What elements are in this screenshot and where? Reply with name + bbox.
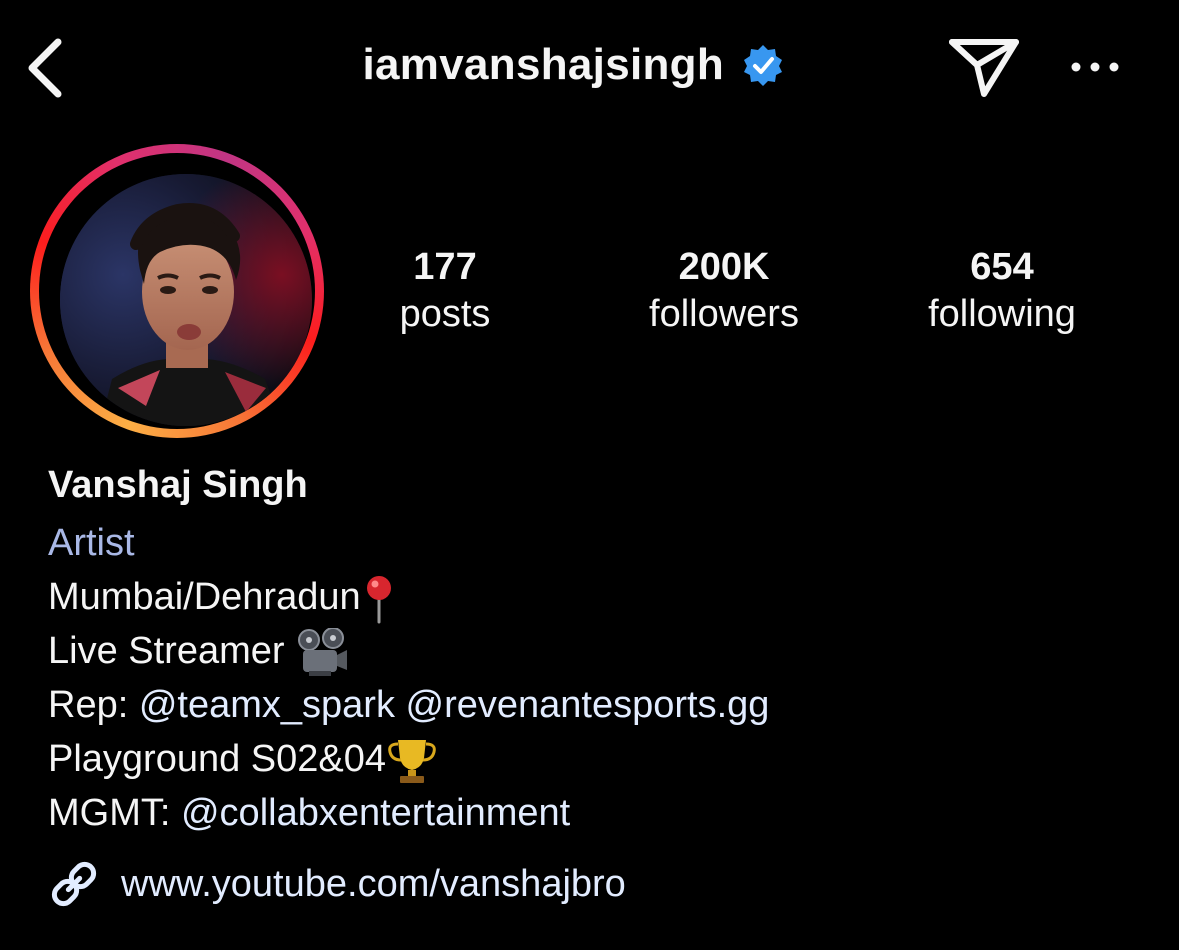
verified-badge-icon [744, 45, 783, 86]
mention-teamx-spark[interactable]: @teamx_spark [139, 684, 395, 726]
more-options-button[interactable] [1064, 52, 1130, 82]
bio-playground-line: Playground S02&04 [48, 732, 1148, 786]
film-projector-icon [298, 627, 348, 676]
posts-label: posts [399, 293, 491, 335]
bio-streamer-line: Live Streamer [48, 624, 1148, 678]
bio-location: Mumbai/Dehradun [48, 576, 361, 618]
more-dots-icon [1071, 62, 1119, 72]
bio-playground: Playground S02&04 [48, 738, 387, 780]
trophy-icon [388, 739, 436, 783]
mention-collabxentertainment[interactable]: @collabxentertainment [181, 792, 570, 834]
bio-mgmt-prefix: MGMT: [48, 792, 181, 834]
avatar-story-ring[interactable] [30, 144, 324, 438]
share-button[interactable] [946, 34, 1022, 98]
profile-name: Vanshaj Singh [48, 464, 308, 506]
following-count: 654 [970, 246, 1034, 288]
profile-category: Artist [48, 522, 135, 564]
avatar[interactable] [60, 174, 312, 426]
profile-header: iamvanshajsingh [0, 0, 1179, 135]
profile-photo [60, 174, 312, 426]
following-stat[interactable]: 654 following [892, 245, 1112, 339]
mention-revenantesports[interactable]: @revenantesports.gg [406, 684, 770, 726]
back-button[interactable] [22, 34, 72, 98]
posts-count: 177 [413, 246, 477, 288]
followers-label: followers [649, 293, 799, 335]
profile-link-text[interactable]: www.youtube.com/vanshajbro [121, 862, 626, 906]
following-label: following [928, 293, 1076, 335]
round-pushpin-icon [366, 575, 391, 624]
link-icon [51, 861, 97, 907]
chevron-left-icon [28, 38, 62, 98]
posts-stat[interactable]: 177 posts [335, 245, 555, 339]
followers-count: 200K [678, 246, 770, 288]
bio-mgmt-line: MGMT: @collabxentertainment [48, 786, 1148, 840]
bio-rep-line: Rep: @teamx_spark @revenantesports.gg [48, 678, 1148, 732]
profile-username: iamvanshajsingh [362, 40, 725, 89]
bio-streamer: Live Streamer [48, 630, 285, 672]
followers-stat[interactable]: 200K followers [614, 245, 834, 339]
bio-rep-prefix: Rep: [48, 684, 139, 726]
bio-location-line: Mumbai/Dehradun [48, 570, 1148, 624]
profile-bio: Vanshaj Singh Artist Mumbai/Dehradun Liv… [48, 458, 1148, 840]
paper-plane-icon [949, 39, 1019, 97]
